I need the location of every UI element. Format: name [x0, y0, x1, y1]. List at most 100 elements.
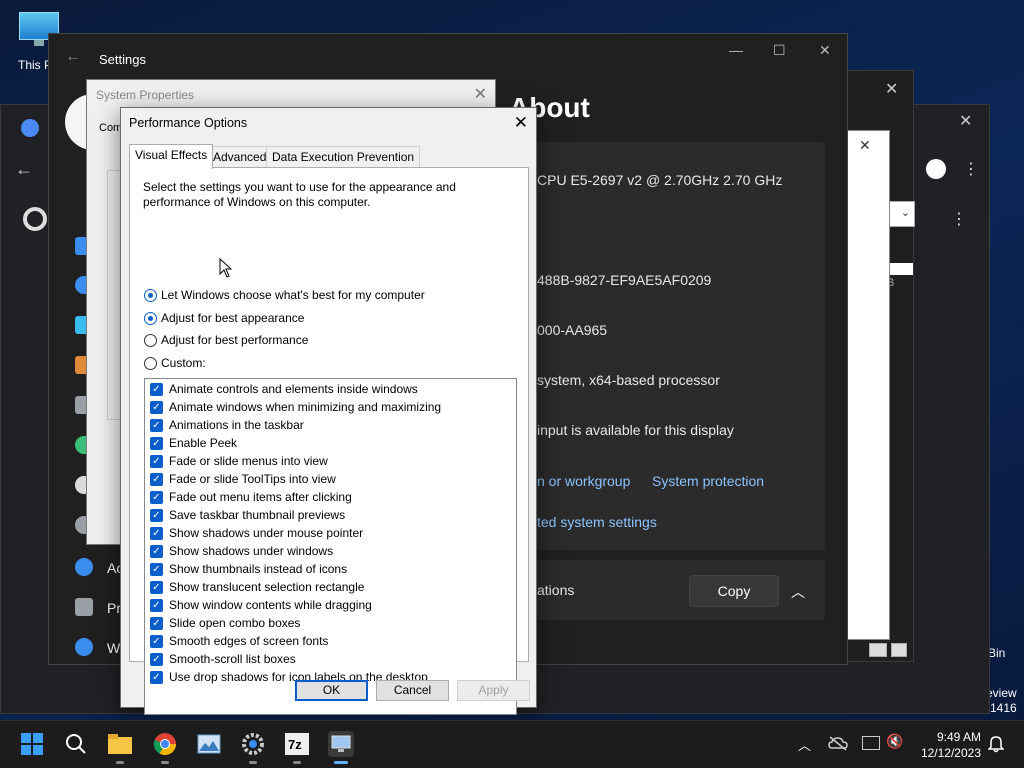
effect-item[interactable]: ✓ Animations in the taskbar — [150, 416, 304, 434]
tab-computer-name[interactable]: Com — [99, 122, 122, 134]
checkbox[interactable]: ✓ — [150, 526, 163, 540]
chrome-close-icon[interactable]: ✕ — [959, 111, 972, 131]
details-view-icon[interactable] — [869, 643, 887, 657]
advanced-system-settings-link[interactable]: ted system settings — [537, 514, 657, 530]
radio-best-performance[interactable]: Adjust for best performance — [144, 332, 308, 348]
radio-button[interactable] — [144, 333, 157, 347]
system-clock[interactable]: 9:49 AM 12/12/2023 — [913, 729, 981, 761]
tab-visual-effects[interactable]: Visual Effects — [129, 144, 214, 169]
effect-label: Show translucent selection rectangle — [169, 580, 365, 594]
effect-item[interactable]: ✓ Fade or slide menus into view — [150, 452, 328, 470]
desktop-watermark: eview -1416 — [986, 686, 1017, 716]
back-arrow-icon[interactable]: ← — [65, 48, 81, 66]
copy-button[interactable]: Copy — [689, 575, 779, 607]
effect-item[interactable]: ✓ Show shadows under mouse pointer — [150, 524, 363, 542]
checkbox[interactable]: ✓ — [150, 436, 163, 450]
chevron-up-icon[interactable]: ︿ — [798, 735, 811, 754]
effect-item[interactable]: ✓ Smooth edges of screen fonts — [150, 632, 328, 650]
checkbox[interactable]: ✓ — [150, 454, 163, 468]
effect-item[interactable]: ✓ Show shadows under windows — [150, 542, 333, 560]
checkbox[interactable]: ✓ — [150, 382, 163, 396]
tab-advanced[interactable]: Advanced — [207, 146, 273, 168]
effect-item[interactable]: ✓ Enable Peek — [150, 434, 237, 452]
panel-close-icon[interactable]: ✕ — [859, 137, 871, 154]
ok-button[interactable]: OK — [295, 680, 368, 701]
checkbox[interactable]: ✓ — [150, 544, 163, 558]
chevron-down-icon: ⌄ — [900, 207, 910, 219]
update-icon[interactable] — [75, 638, 93, 656]
checkbox[interactable]: ✓ — [150, 634, 163, 648]
profile-icon[interactable] — [926, 159, 946, 179]
bg-close-icon[interactable]: ✕ — [885, 79, 898, 99]
effect-item[interactable]: ✓ Show translucent selection rectangle — [150, 578, 364, 596]
checkbox[interactable]: ✓ — [150, 418, 163, 432]
checkbox[interactable]: ✓ — [150, 472, 163, 486]
more-menu-icon-2[interactable]: ⋮ — [951, 209, 967, 229]
chevron-up-icon[interactable]: ︿ — [791, 582, 805, 602]
checkbox[interactable]: ✓ — [150, 580, 163, 594]
checkbox[interactable]: ✓ — [150, 490, 163, 504]
shield-icon[interactable] — [75, 598, 93, 616]
checkbox[interactable]: ✓ — [150, 400, 163, 414]
settings-icon[interactable] — [240, 731, 266, 757]
7zip-icon[interactable]: 7z — [284, 731, 310, 757]
effect-item[interactable]: ✓ Smooth-scroll list boxes — [150, 650, 296, 668]
effect-label: Enable Peek — [169, 436, 238, 450]
effects-list[interactable]: ✓ Animate controls and elements inside wi… — [144, 378, 517, 715]
effect-item[interactable]: ✓ Animate controls and elements inside wi… — [150, 380, 418, 398]
device-id-value: 488B-9827-EF9AE5AF0209 — [537, 272, 712, 288]
onedrive-icon[interactable] — [828, 735, 848, 751]
radio-button[interactable] — [144, 311, 157, 325]
taskbar: 7z ︿ 🔇 9:49 AM 12/12/2023 — [0, 720, 1024, 768]
effect-label: Smooth edges of screen fonts — [169, 634, 329, 648]
radio-button[interactable] — [144, 356, 157, 370]
volume-icon[interactable]: 🔇 — [886, 733, 903, 750]
nav-label-windows-update[interactable]: W — [107, 640, 120, 656]
checkbox[interactable]: ✓ — [150, 670, 163, 684]
close-icon[interactable]: ✕ — [819, 42, 831, 59]
close-icon[interactable]: ✕ — [474, 84, 487, 104]
tab-data-execution-prevention[interactable]: Data Execution Prevention — [266, 146, 421, 168]
search-icon[interactable] — [63, 731, 89, 757]
effect-item[interactable]: ✓ Animate windows when minimizing and max… — [150, 398, 441, 416]
chrome-tab-icon[interactable] — [21, 119, 39, 137]
notification-bell-icon[interactable] — [987, 735, 1005, 753]
effect-item[interactable]: ✓ Fade out menu items after clicking — [150, 488, 352, 506]
minimize-icon[interactable]: — — [729, 42, 743, 58]
close-icon[interactable]: ✕ — [514, 113, 528, 133]
chrome-icon[interactable] — [152, 731, 178, 757]
mouse-cursor-icon — [219, 258, 233, 278]
photos-icon[interactable] — [196, 731, 222, 757]
back-arrow-icon[interactable]: ← — [15, 159, 33, 180]
effect-item[interactable]: ✓ Save taskbar thumbnail previews — [150, 506, 345, 524]
radio-best-appearance[interactable]: Adjust for best appearance — [144, 310, 304, 326]
effect-item[interactable]: ✓ Show window contents while dragging — [150, 596, 372, 614]
checkbox[interactable]: ✓ — [150, 616, 163, 630]
system-protection-link[interactable]: System protection — [652, 473, 764, 489]
effect-item[interactable]: ✓ Show thumbnails instead of icons — [150, 560, 347, 578]
radio-let-windows-choose[interactable]: Let Windows choose what's best for my co… — [144, 287, 425, 303]
radio-custom[interactable]: Custom: — [144, 355, 206, 371]
checkbox[interactable]: ✓ — [150, 598, 163, 612]
accessibility-icon[interactable] — [75, 558, 93, 576]
radio-label: Adjust for best appearance — [161, 311, 305, 325]
more-menu-icon[interactable]: ⋮ — [963, 159, 979, 179]
maximize-icon[interactable]: ☐ — [773, 42, 786, 59]
tiles-view-icon[interactable] — [891, 643, 907, 657]
checkbox[interactable]: ✓ — [150, 562, 163, 576]
radio-button[interactable] — [144, 288, 157, 302]
checkbox[interactable]: ✓ — [150, 508, 163, 522]
effect-item[interactable]: ✓ Fade or slide ToolTips into view — [150, 470, 336, 488]
system-icon[interactable] — [328, 731, 354, 757]
checkbox[interactable]: ✓ — [150, 652, 163, 666]
network-icon[interactable] — [862, 736, 880, 750]
nav-label-privacy[interactable]: Pr — [107, 600, 121, 616]
domain-workgroup-link[interactable]: n or workgroup — [537, 473, 630, 489]
effect-item[interactable]: ✓ Slide open combo boxes — [150, 614, 300, 632]
system-properties-title: System Properties — [96, 88, 195, 102]
start-icon[interactable] — [19, 731, 45, 757]
pen-touch-value: input is available for this display — [537, 422, 734, 438]
file-explorer-icon[interactable] — [107, 731, 133, 757]
cancel-button[interactable]: Cancel — [376, 680, 449, 701]
apply-button[interactable]: Apply — [457, 680, 530, 701]
